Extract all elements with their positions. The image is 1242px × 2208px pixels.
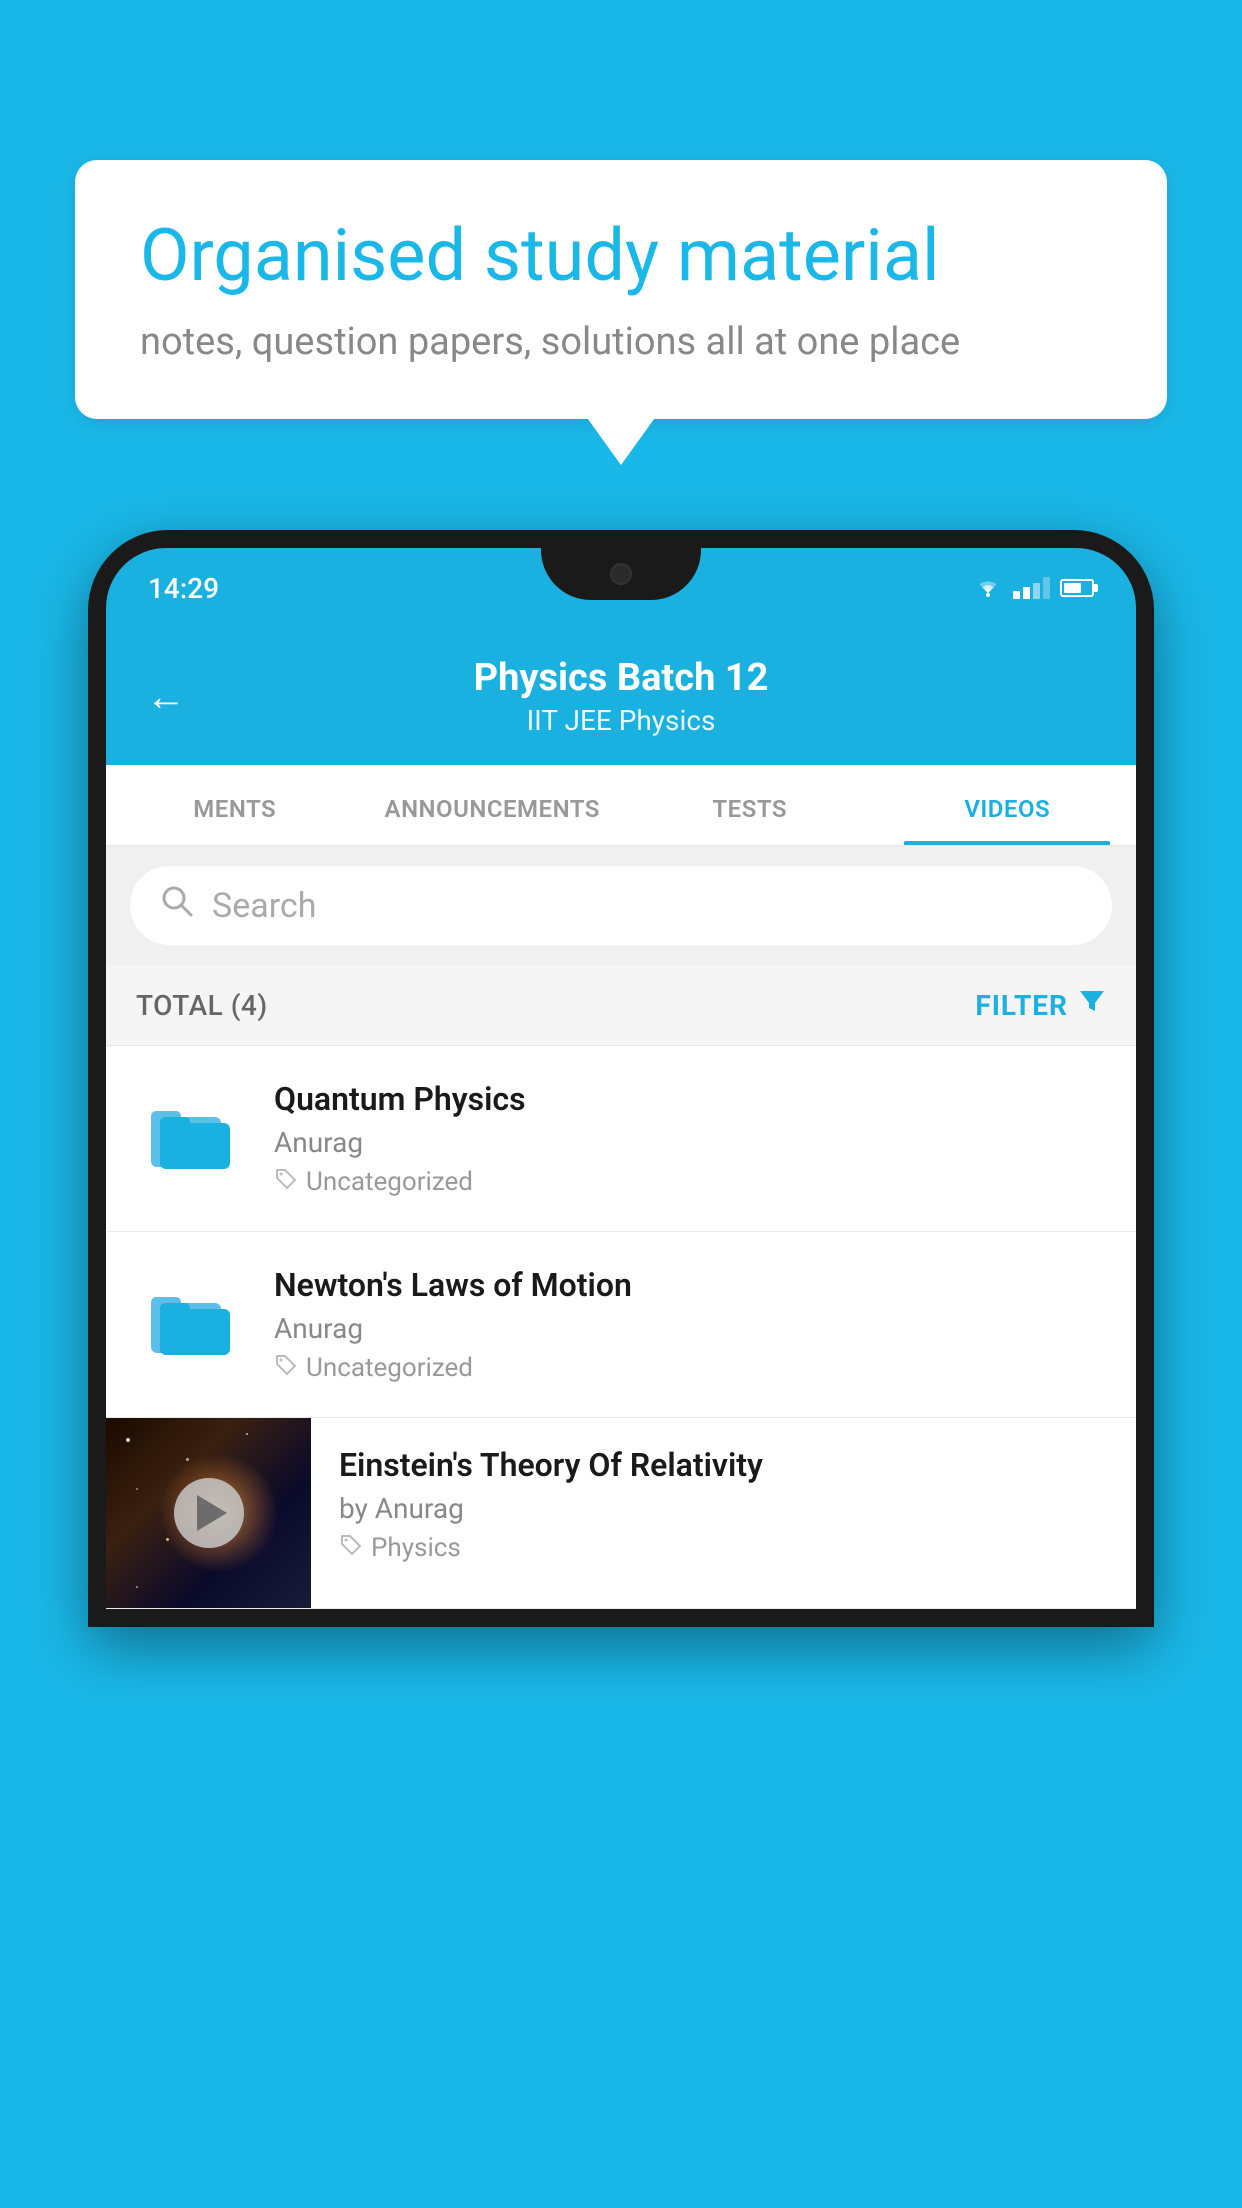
tab-ments[interactable]: MENTS bbox=[106, 765, 364, 845]
battery-icon bbox=[1060, 579, 1094, 597]
filter-icon bbox=[1078, 987, 1106, 1023]
video-author: Anurag bbox=[274, 1126, 1106, 1159]
video-title: Newton's Laws of Motion bbox=[274, 1266, 1106, 1304]
back-button[interactable]: ← bbox=[146, 673, 186, 720]
speech-bubble: Organised study material notes, question… bbox=[75, 160, 1167, 419]
video-info: Einstein's Theory Of Relativity by Anura… bbox=[311, 1418, 1106, 1591]
speech-bubble-subtitle: notes, question papers, solutions all at… bbox=[140, 320, 1102, 364]
status-time: 14:29 bbox=[148, 572, 219, 605]
folder-thumbnail bbox=[136, 1080, 246, 1190]
tab-announcements[interactable]: ANNOUNCEMENTS bbox=[364, 765, 622, 845]
status-bar: 14:29 bbox=[106, 548, 1136, 628]
header-subtitle: IIT JEE Physics bbox=[216, 704, 1026, 737]
play-icon bbox=[197, 1495, 227, 1531]
video-tag: Uncategorized bbox=[274, 1167, 1106, 1197]
wifi-icon bbox=[973, 575, 1003, 601]
tag-icon bbox=[274, 1353, 298, 1383]
search-bar[interactable]: Search bbox=[130, 866, 1112, 945]
video-author: by Anurag bbox=[339, 1492, 1106, 1525]
list-item[interactable]: Einstein's Theory Of Relativity by Anura… bbox=[106, 1418, 1136, 1609]
signal-icon bbox=[1013, 577, 1050, 599]
list-item[interactable]: Newton's Laws of Motion Anurag Uncategor… bbox=[106, 1232, 1136, 1418]
phone-frame: 14:29 bbox=[88, 530, 1154, 2208]
tab-videos[interactable]: VIDEOS bbox=[879, 765, 1137, 845]
total-count: TOTAL (4) bbox=[136, 989, 268, 1022]
tabs-bar: MENTS ANNOUNCEMENTS TESTS VIDEOS bbox=[106, 765, 1136, 846]
video-author: Anurag bbox=[274, 1312, 1106, 1345]
folder-thumbnail bbox=[136, 1266, 246, 1376]
status-icons bbox=[973, 575, 1094, 601]
search-placeholder: Search bbox=[212, 886, 316, 926]
video-title: Einstein's Theory Of Relativity bbox=[339, 1446, 1106, 1484]
search-section: Search bbox=[106, 846, 1136, 965]
header-title: Physics Batch 12 bbox=[216, 656, 1026, 700]
video-list: Quantum Physics Anurag Uncategorized bbox=[106, 1046, 1136, 1609]
phone-notch bbox=[541, 548, 701, 600]
list-item[interactable]: Quantum Physics Anurag Uncategorized bbox=[106, 1046, 1136, 1232]
camera-dot bbox=[610, 563, 632, 585]
phone-screen: ← Physics Batch 12 IIT JEE Physics MENTS… bbox=[106, 628, 1136, 1609]
video-tag: Uncategorized bbox=[274, 1353, 1106, 1383]
tag-icon bbox=[274, 1167, 298, 1197]
app-header: ← Physics Batch 12 IIT JEE Physics bbox=[106, 628, 1136, 765]
speech-bubble-title: Organised study material bbox=[140, 215, 1102, 298]
filter-button[interactable]: FILTER bbox=[975, 987, 1106, 1023]
phone-outer: 14:29 bbox=[88, 530, 1154, 1627]
tag-icon bbox=[339, 1533, 363, 1563]
video-thumbnail bbox=[106, 1418, 311, 1608]
header-title-group: Physics Batch 12 IIT JEE Physics bbox=[216, 656, 1026, 737]
video-info: Quantum Physics Anurag Uncategorized bbox=[274, 1080, 1106, 1197]
filter-bar: TOTAL (4) FILTER bbox=[106, 965, 1136, 1046]
search-icon bbox=[160, 884, 194, 927]
play-button[interactable] bbox=[174, 1478, 244, 1548]
video-info: Newton's Laws of Motion Anurag Uncategor… bbox=[274, 1266, 1106, 1383]
video-tag: Physics bbox=[339, 1533, 1106, 1563]
video-title: Quantum Physics bbox=[274, 1080, 1106, 1118]
tab-tests[interactable]: TESTS bbox=[621, 765, 879, 845]
